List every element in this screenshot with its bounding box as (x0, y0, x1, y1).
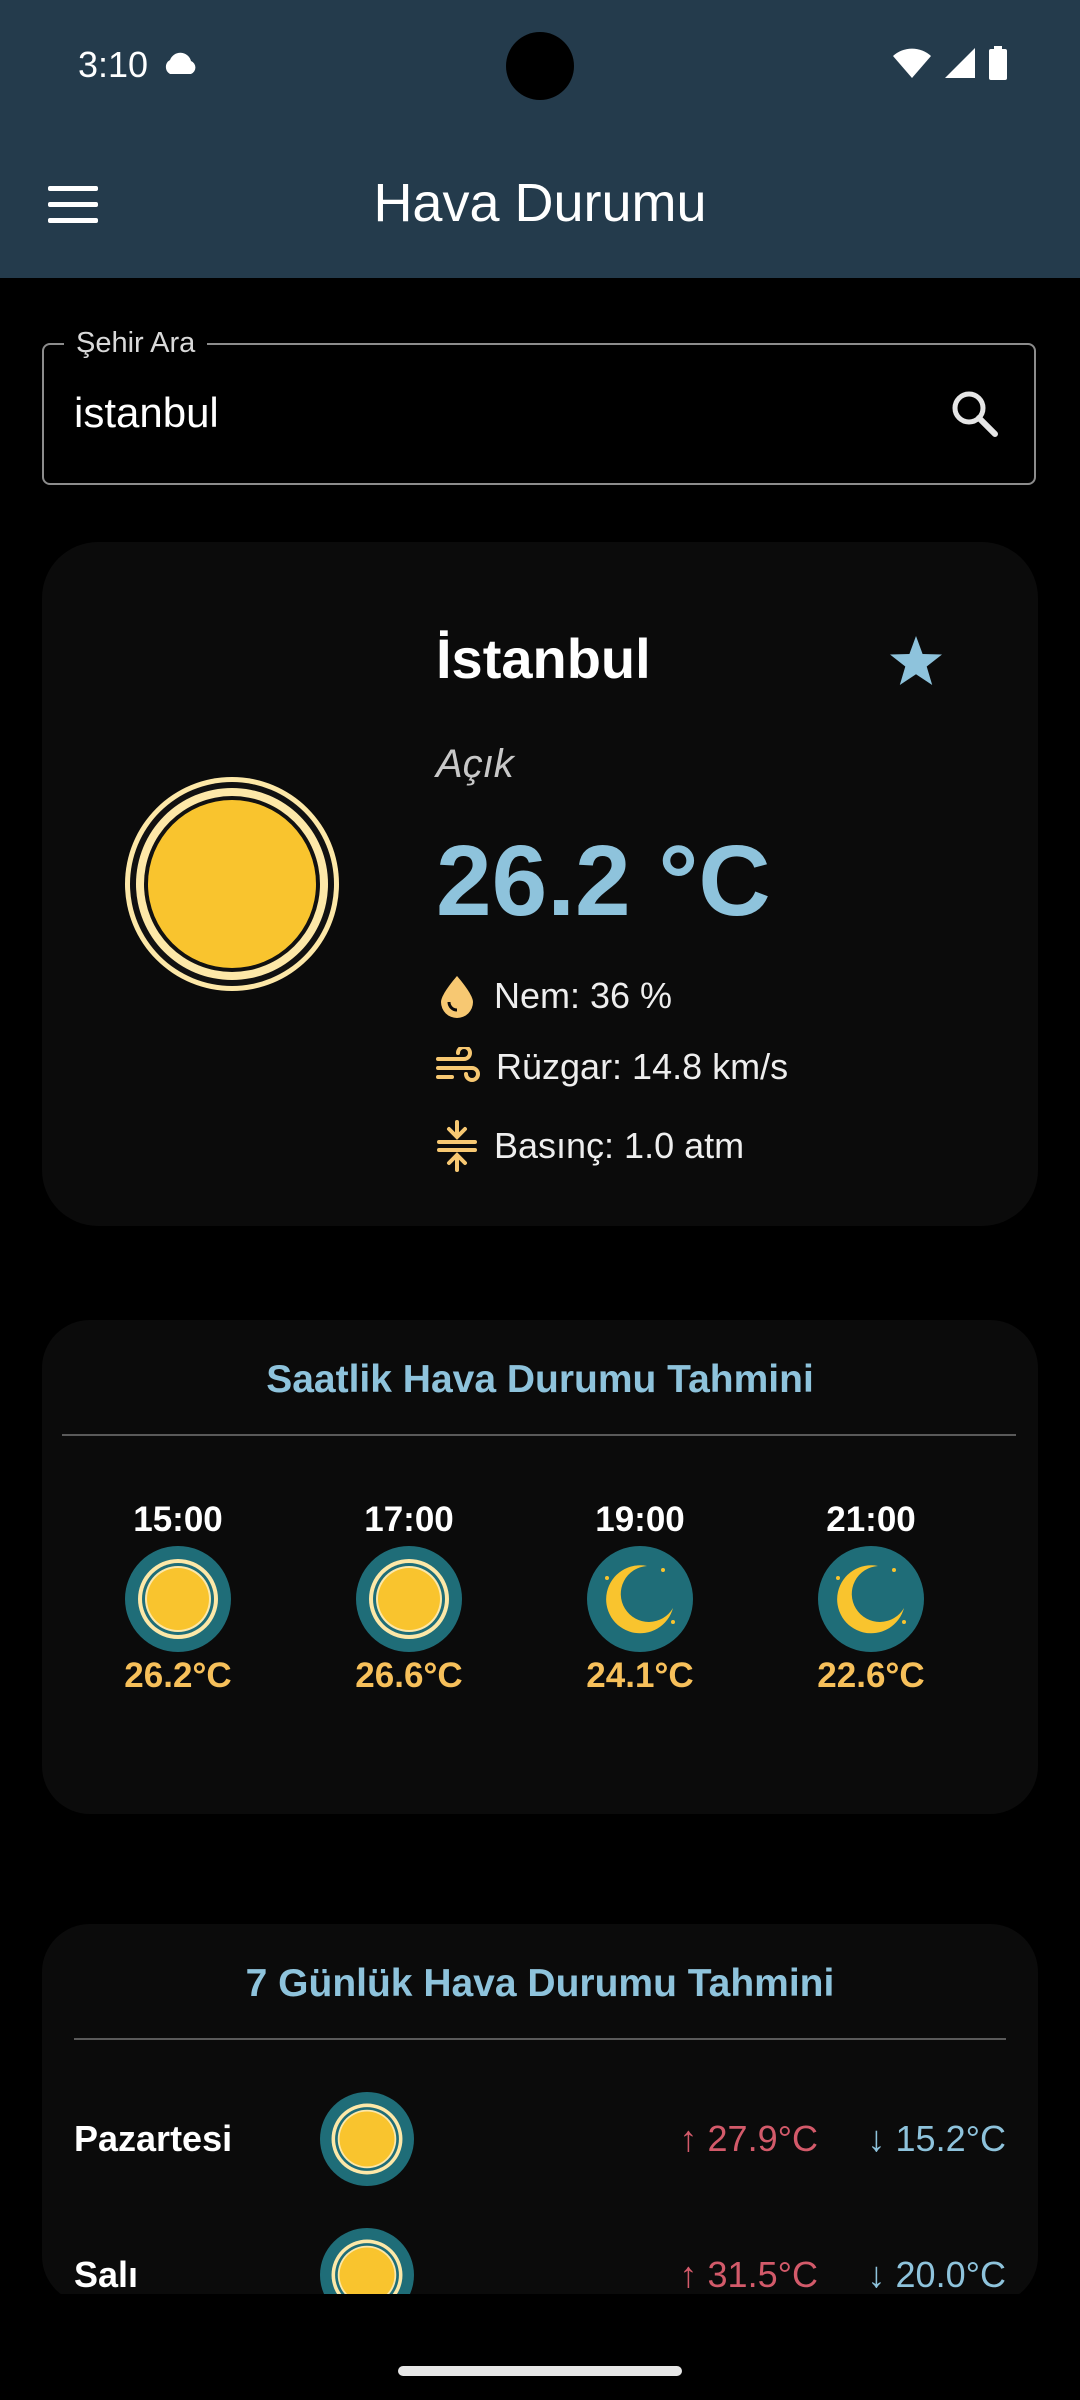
sun-icon (320, 2228, 414, 2304)
current-weather-card: İstanbul Açık 26.2 °C Nem: 36 % Rüzgar: … (42, 542, 1038, 1226)
sun-icon (125, 777, 339, 991)
search-label: Şehir Ara (64, 327, 208, 360)
navigation-bar-area (0, 2294, 1080, 2400)
divider (74, 2038, 1006, 2040)
divider (62, 1434, 1016, 1436)
humidity-text: Nem: 36 % (494, 975, 673, 1016)
weather-condition: Açık (436, 742, 514, 786)
daily-row: Pazartesi ↑ 27.9°C ↓ 15.2°C (42, 2084, 1038, 2194)
min-temperature: ↓ 20.0°C (867, 2254, 1006, 2295)
hour-temperature: 26.6°C (355, 1656, 463, 1695)
pressure-text: Basınç: 1.0 atm (494, 1125, 745, 1166)
sun-icon (356, 1546, 462, 1652)
humidity-row: Nem: 36 % (436, 974, 672, 1018)
moon-icon (587, 1546, 693, 1652)
hour-temperature: 22.6°C (817, 1656, 925, 1695)
day-name: Salı (74, 2254, 139, 2295)
hour-time: 17:00 (364, 1500, 454, 1539)
wind-row: Rüzgar: 14.8 km/s (436, 1046, 788, 1088)
hourly-item: 15:00 26.2°C (78, 1500, 278, 1696)
hourly-item: 19:00 24.1°C (540, 1500, 740, 1696)
city-name: İstanbul (436, 627, 651, 690)
daily-forecast-card: 7 Günlük Hava Durumu Tahmini Pazartesi ↑… (42, 1924, 1038, 2304)
favorite-star-icon[interactable] (888, 634, 944, 688)
status-icons (892, 46, 1008, 80)
compress-icon (437, 1120, 477, 1172)
battery-icon (989, 46, 1007, 80)
status-time: 3:10 (78, 44, 149, 85)
max-temperature: ↑ 31.5°C (679, 2254, 818, 2295)
min-temperature: ↓ 15.2°C (867, 2118, 1006, 2159)
sun-icon (125, 1546, 231, 1652)
daily-row: Salı ↑ 31.5°C ↓ 20.0°C (42, 2220, 1038, 2304)
pressure-row: Basınç: 1.0 atm (436, 1120, 744, 1172)
current-temperature: 26.2 °C (436, 825, 771, 937)
app-title: Hava Durumu (373, 173, 707, 233)
day-name: Pazartesi (74, 2118, 233, 2159)
front-camera (506, 32, 574, 100)
moon-icon (818, 1546, 924, 1652)
hour-temperature: 26.2°C (124, 1656, 232, 1695)
search-input[interactable]: istanbul (74, 389, 219, 437)
wind-icon (436, 1047, 480, 1082)
hour-time: 21:00 (826, 1500, 916, 1539)
hour-time: 19:00 (595, 1500, 685, 1539)
hourly-item: 17:00 26.6°C (309, 1500, 509, 1696)
hour-time: 15:00 (133, 1500, 223, 1539)
hourly-item: 21:00 22.6°C (771, 1500, 971, 1696)
daily-forecast-title: 7 Günlük Hava Durumu Tahmini (245, 1962, 835, 2005)
hour-temperature: 24.1°C (586, 1656, 694, 1695)
search-icon[interactable] (948, 387, 1000, 439)
wind-text: Rüzgar: 14.8 km/s (496, 1046, 789, 1087)
gesture-navigation-handle[interactable] (398, 2366, 682, 2376)
signal-icon (945, 48, 975, 78)
sun-icon (320, 2092, 414, 2186)
status-bar: 3:10 (0, 0, 1080, 130)
hourly-forecast-title: Saatlik Hava Durumu Tahmini (266, 1358, 814, 1401)
hourly-forecast-card: Saatlik Hava Durumu Tahmini 15:00 26.2°C… (42, 1320, 1038, 1814)
water-drop-icon (441, 976, 473, 1018)
wifi-icon (893, 48, 931, 78)
app-bar: Hava Durumu (0, 130, 1080, 278)
city-search-field[interactable]: Şehir Ara istanbul (42, 327, 1036, 485)
cloud-icon (165, 52, 196, 74)
max-temperature: ↑ 27.9°C (679, 2118, 818, 2159)
